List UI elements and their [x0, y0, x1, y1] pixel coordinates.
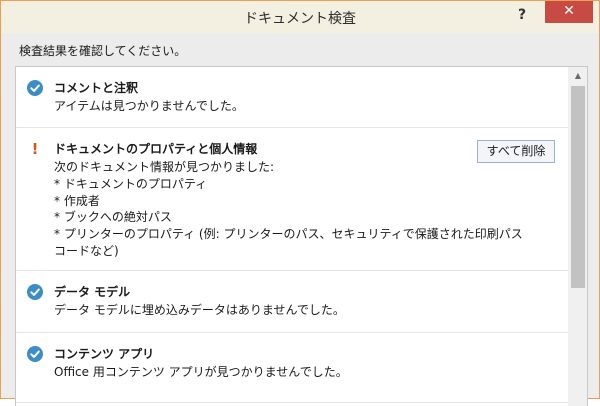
- result-description: アイテムは見つかりませんでした。: [54, 99, 244, 113]
- description-line: * ドキュメントのプロパティ: [54, 176, 208, 191]
- description-line: * プリンターのプロパティ (例: プリンターのパス、セキュリティで保護された印…: [54, 227, 523, 242]
- results-list: コメントと注釈 アイテムは見つかりませんでした。 ! ドキュメントのプロパティと…: [16, 67, 568, 403]
- result-data-model: データ モデル データ モデルに埋め込みデータはありませんでした。: [16, 271, 568, 333]
- result-description: Office 用コンテンツ アプリが見つかりませんでした。: [54, 365, 348, 379]
- check-circle-icon: [27, 346, 43, 362]
- result-description: データ モデルに埋め込みデータはありませんでした。: [54, 303, 345, 317]
- close-button[interactable]: ✕: [545, 1, 593, 23]
- instruction-text: 検査結果を確認してください。: [19, 44, 187, 58]
- result-title: コメントと注釈: [54, 81, 139, 95]
- title-bar[interactable]: ドキュメント検査 ? ✕: [1, 1, 599, 33]
- window-title: ドキュメント検査: [244, 11, 356, 27]
- check-circle-icon: [27, 284, 43, 300]
- check-circle-icon: [27, 80, 43, 96]
- exclamation-icon: !: [31, 140, 39, 158]
- description-line: * 作成者: [54, 193, 100, 208]
- description-line: コードなど): [54, 243, 119, 258]
- description-line: * ブックへの絶対パス: [54, 210, 172, 225]
- result-comments-annotations: コメントと注釈 アイテムは見つかりませんでした。: [16, 67, 568, 128]
- vertical-scrollbar[interactable]: ▲: [568, 67, 587, 406]
- result-title: コンテンツ アプリ: [54, 347, 155, 361]
- result-title: ドキュメントのプロパティと個人情報: [54, 142, 258, 156]
- scroll-up-arrow-icon[interactable]: ▲: [568, 67, 587, 85]
- description-line: 次のドキュメント情報が見つかりました:: [54, 160, 275, 174]
- scroll-thumb[interactable]: [571, 86, 585, 288]
- result-document-properties: ! ドキュメントのプロパティと個人情報 次のドキュメント情報が見つかりました: …: [16, 128, 568, 271]
- document-inspector-dialog: ドキュメント検査 ? ✕ 検査結果を確認してください。 コメントと注釈 アイテム…: [0, 0, 600, 406]
- help-button[interactable]: ?: [513, 5, 531, 25]
- result-description: 次のドキュメント情報が見つかりました: * ドキュメントのプロパティ * 作成者…: [54, 159, 523, 260]
- result-title: データ モデル: [54, 285, 131, 299]
- remove-all-button[interactable]: すべて削除: [477, 140, 555, 163]
- inspection-results-panel: コメントと注釈 アイテムは見つかりませんでした。 ! ドキュメントのプロパティと…: [15, 66, 588, 406]
- result-content-apps: コンテンツ アプリ Office 用コンテンツ アプリが見つかりませんでした。: [16, 333, 568, 403]
